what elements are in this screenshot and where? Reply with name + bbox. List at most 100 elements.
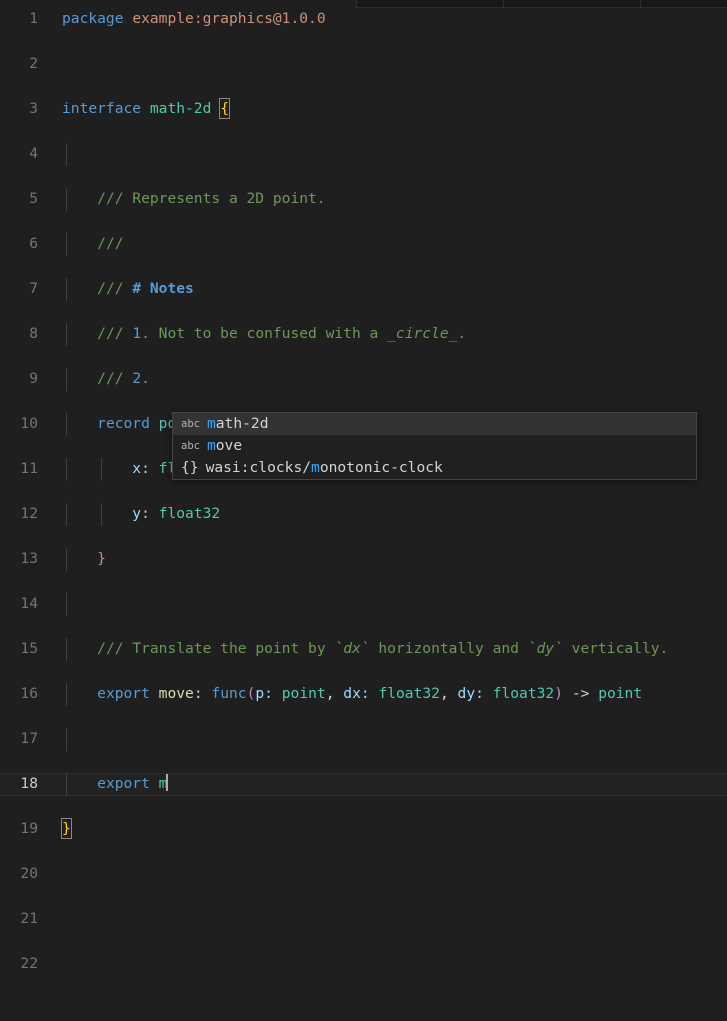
- line-number: 22: [20, 955, 38, 972]
- token-return-type: point: [598, 685, 643, 702]
- token-paren-close: ): [554, 685, 564, 702]
- line-content: /// 2.: [62, 368, 150, 391]
- line-number: 15: [20, 640, 38, 657]
- abc-text-icon: abc: [181, 418, 200, 430]
- line-number: 9: [29, 370, 38, 387]
- suggestion-label: wasi:clocks/monotonic-clock: [206, 457, 443, 479]
- suggestion-label: math-2d: [207, 413, 269, 435]
- code-line[interactable]: 16 export move: func(p: point, dx: float…: [0, 683, 727, 706]
- indent-guide: [66, 728, 67, 751]
- code-line[interactable]: 6 ///: [0, 233, 727, 256]
- line-number: 21: [20, 910, 38, 927]
- code-line[interactable]: 19 }: [0, 818, 727, 841]
- suggestion-item[interactable]: {} wasi:clocks/monotonic-clock: [173, 457, 696, 479]
- line-number: 7: [29, 280, 38, 297]
- token-doc-comment-prefix: ///: [97, 640, 133, 657]
- code-line[interactable]: 2: [0, 53, 727, 76]
- abc-text-icon: abc: [181, 440, 200, 452]
- code-line[interactable]: 14: [0, 593, 727, 616]
- line-content: export move: func(p: point, dx: float32,…: [62, 683, 642, 706]
- line-number: 8: [29, 325, 38, 342]
- code-line[interactable]: 12 y: float32: [0, 503, 727, 526]
- line-content: interface math-2d {: [62, 98, 230, 121]
- indent-guide: [66, 593, 67, 616]
- line-number: 11: [20, 460, 38, 477]
- token-markdown-heading: # Notes: [132, 280, 194, 297]
- suggestion-match-highlight: m: [206, 437, 216, 454]
- token-keyword: interface: [62, 100, 142, 117]
- code-line[interactable]: 13 }: [0, 548, 727, 571]
- line-content: export m: [62, 773, 169, 796]
- line-number: 2: [29, 55, 38, 72]
- code-line[interactable]: 1 package example:graphics@1.0.0: [0, 8, 727, 31]
- code-line[interactable]: 17: [0, 728, 727, 751]
- code-line[interactable]: 15 /// Translate the point by `dx` horiz…: [0, 638, 727, 661]
- token-comma: ,: [439, 685, 449, 702]
- token-type: float32: [492, 685, 555, 702]
- token-markdown-emphasis: _circle_: [387, 325, 458, 342]
- token-doc-comment-prefix: ///: [97, 325, 133, 342]
- token-field-name: y:: [132, 505, 150, 522]
- code-line[interactable]: 4: [0, 143, 727, 166]
- line-number: 1: [29, 10, 38, 27]
- tab-separator: [356, 0, 357, 7]
- line-content: }: [62, 548, 106, 571]
- line-number: 5: [29, 190, 38, 207]
- code-line[interactable]: 22: [0, 953, 727, 976]
- code-line[interactable]: 5 /// Represents a 2D point.: [0, 188, 727, 211]
- code-line[interactable]: 8 /// 1. Not to be confused with a _circ…: [0, 323, 727, 346]
- token-doc-comment-text: horizontally and: [369, 640, 528, 657]
- code-line[interactable]: 7 /// # Notes: [0, 278, 727, 301]
- token-param-name: p:: [255, 685, 273, 702]
- tab-separator: [503, 0, 504, 7]
- token-keyword: record: [97, 415, 150, 432]
- token-markdown-list-marker: 2.: [132, 370, 150, 387]
- line-number: 13: [20, 550, 38, 567]
- token-comma: ,: [325, 685, 335, 702]
- text-cursor: [166, 774, 169, 791]
- token-keyword-export: export: [97, 775, 150, 792]
- token-doc-comment-text: .: [457, 325, 467, 342]
- code-line[interactable]: 3 interface math-2d {: [0, 98, 727, 121]
- line-number: 12: [20, 505, 38, 522]
- suggestion-prefix: wasi:clocks/: [205, 459, 312, 476]
- suggestion-item[interactable]: abc move: [173, 435, 696, 457]
- line-number: 19: [20, 820, 38, 837]
- suggestion-match-highlight: m: [206, 415, 216, 432]
- token-colon: :: [193, 685, 203, 702]
- token-keyword-export: export: [97, 685, 150, 702]
- suggestion-rest: onotonic-clock: [319, 459, 443, 476]
- line-number: 14: [20, 595, 38, 612]
- token-markdown-list-marker: 1.: [132, 325, 150, 342]
- line-number: 17: [20, 730, 38, 747]
- line-content: /// # Notes: [62, 278, 194, 301]
- token-type: point: [281, 685, 326, 702]
- token-type: float32: [378, 685, 440, 702]
- token-param-name: dy:: [457, 685, 484, 702]
- token-interface-name: math-2d: [149, 100, 212, 117]
- token-doc-comment-prefix: ///: [97, 280, 133, 297]
- line-number: 18: [20, 775, 38, 792]
- editor-top-strip: [0, 0, 727, 8]
- suggestion-rest: ath-2d: [215, 415, 269, 432]
- suggestion-item[interactable]: abc math-2d: [173, 413, 696, 435]
- code-line[interactable]: 21: [0, 908, 727, 931]
- token-package-id: example:graphics@1.0.0: [132, 10, 326, 27]
- code-line[interactable]: 20: [0, 863, 727, 886]
- token-param-name: dx:: [343, 685, 370, 702]
- code-line-active[interactable]: 18 export m: [0, 773, 727, 796]
- line-number: 20: [20, 865, 38, 882]
- token-markdown-inline-code: `dx`: [334, 640, 370, 657]
- line-content: ///: [62, 233, 123, 256]
- token-doc-comment-text: vertically.: [562, 640, 669, 657]
- line-number: 3: [29, 100, 38, 117]
- suggestion-match-highlight: m: [311, 459, 320, 476]
- code-line[interactable]: 9 /// 2.: [0, 368, 727, 391]
- token-arrow: ->: [571, 685, 590, 702]
- line-content: }: [61, 818, 72, 841]
- token-doc-comment: /// Represents a 2D point.: [97, 190, 326, 207]
- line-content: /// Represents a 2D point.: [62, 188, 326, 211]
- token-field-name: x:: [132, 460, 150, 477]
- token-doc-comment-text: Not to be confused with a: [149, 325, 388, 342]
- autocomplete-popup[interactable]: abc math-2d abc move {} wasi:clocks/mono…: [172, 412, 697, 480]
